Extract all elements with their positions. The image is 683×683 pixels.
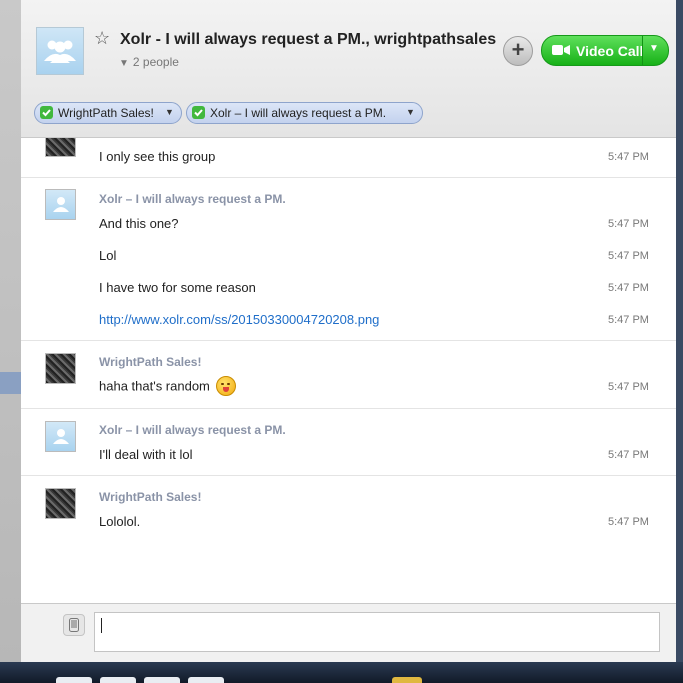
message-timestamp: 5:47 PM — [608, 282, 649, 294]
chevron-down-icon: ▼ — [165, 107, 174, 117]
sender-name: Xolr – I will always request a PM. — [99, 423, 286, 437]
message-timestamp: 5:47 PM — [608, 151, 649, 163]
message-divider — [21, 408, 676, 409]
sender-avatar — [45, 421, 76, 452]
sender-avatar — [45, 138, 76, 157]
message-input[interactable]: ☺▼ — [94, 612, 660, 652]
participant-chip[interactable]: WrightPath Sales! ▼ — [34, 102, 182, 124]
message-list[interactable]: I only see this group 5:47 PM Xolr – I w… — [21, 138, 676, 603]
add-participant-button[interactable]: + — [503, 36, 533, 66]
people-count: 2 people — [132, 55, 179, 69]
message-text: And this one? — [99, 216, 179, 231]
message-text: Lol — [99, 248, 117, 263]
online-status-icon — [40, 106, 53, 119]
disclosure-triangle-icon: ▼ — [119, 58, 129, 69]
desktop-background — [676, 0, 683, 662]
participants-toggle[interactable]: ▼ 2 people — [119, 55, 179, 69]
message-divider — [21, 475, 676, 476]
message-text: Lololol. — [99, 514, 141, 529]
message-divider — [21, 340, 676, 341]
dock-app-icon[interactable] — [56, 677, 92, 683]
message-composer: ☺▼ — [21, 603, 676, 662]
sender-avatar — [45, 488, 76, 519]
group-icon — [44, 40, 76, 63]
sender-avatar — [45, 189, 76, 220]
chevron-down-icon: ▼ — [406, 107, 415, 117]
conversation-title: Xolr - I will always request a PM., wrig… — [120, 31, 497, 48]
dock-app-icon[interactable] — [188, 677, 224, 683]
message-text: I'll deal with it lol — [99, 447, 193, 462]
favorite-star-icon[interactable]: ☆ — [94, 28, 110, 48]
message-text: I only see this group — [99, 149, 216, 164]
dock-app-icon[interactable] — [392, 677, 422, 683]
message-link[interactable]: http://www.xolr.com/ss/20150330004720208… — [99, 312, 379, 327]
participant-chip[interactable]: Xolr – I will always request a PM. ▼ — [186, 102, 423, 124]
sender-name: WrightPath Sales! — [99, 355, 202, 369]
sender-name: WrightPath Sales! — [99, 490, 202, 504]
video-call-label: Video Call — [576, 43, 644, 59]
message-timestamp: 5:47 PM — [608, 218, 649, 230]
message-timestamp: 5:47 PM — [608, 449, 649, 461]
participant-name: Xolr – I will always request a PM. — [210, 106, 387, 120]
background-selection-stripe — [0, 372, 21, 394]
online-status-icon — [192, 106, 205, 119]
video-call-button[interactable]: Video Call ▼ — [541, 35, 669, 66]
message-divider — [21, 177, 676, 178]
background-window-left — [0, 0, 21, 662]
message-timestamp: 5:47 PM — [608, 381, 649, 393]
message-text-container: haha that's random — [99, 376, 236, 397]
message-timestamp: 5:47 PM — [608, 250, 649, 262]
message-text: haha that's random — [99, 378, 210, 394]
chat-window: ☆ Xolr - I will always request a PM., wr… — [21, 0, 676, 662]
video-call-menu-chevron-icon[interactable]: ▼ — [649, 43, 659, 54]
dock-app-icon[interactable] — [144, 677, 180, 683]
default-user-icon — [53, 429, 69, 444]
button-divider — [642, 36, 643, 65]
message-timestamp: 5:47 PM — [608, 314, 649, 326]
group-avatar — [36, 27, 84, 75]
phone-icon[interactable] — [63, 614, 85, 636]
message-timestamp: 5:47 PM — [608, 516, 649, 528]
dock-app-icon[interactable] — [100, 677, 136, 683]
message-text: I have two for some reason — [99, 280, 256, 295]
sender-avatar — [45, 353, 76, 384]
video-camera-icon — [552, 45, 570, 55]
default-user-icon — [53, 197, 69, 212]
text-caret — [101, 618, 102, 633]
participant-name: WrightPath Sales! — [58, 106, 154, 120]
conversation-header: ☆ Xolr - I will always request a PM., wr… — [21, 0, 676, 138]
tongue-out-emoji-icon — [215, 376, 236, 396]
sender-name: Xolr – I will always request a PM. — [99, 192, 286, 206]
